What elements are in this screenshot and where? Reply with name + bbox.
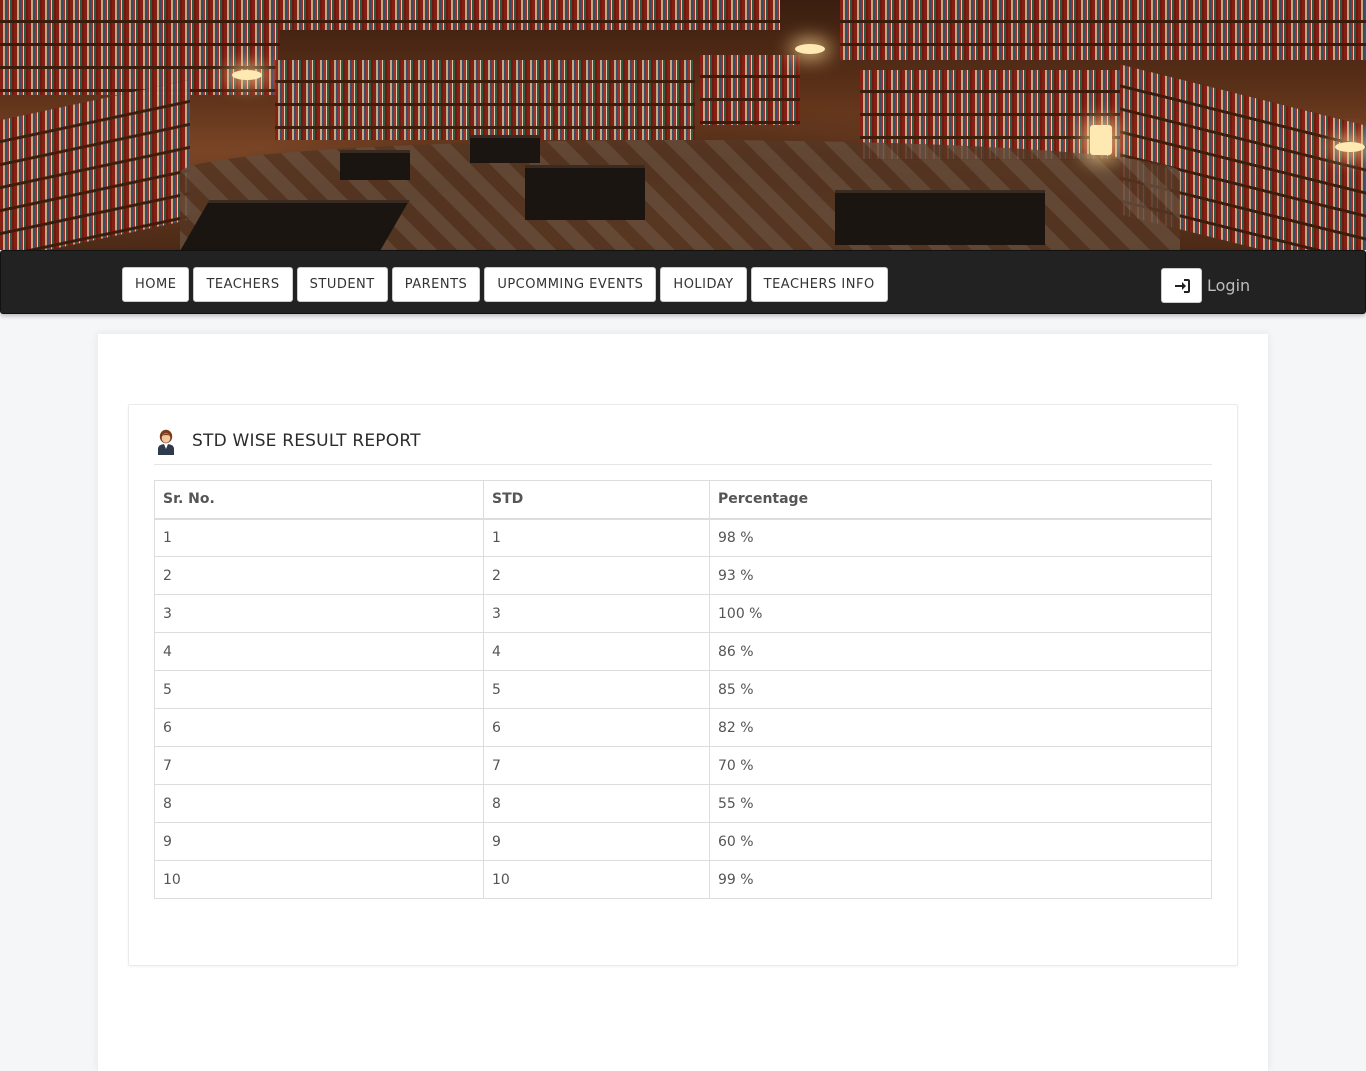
table-header-row: Sr. No. STD Percentage	[154, 480, 1212, 520]
result-table: Sr. No. STD Percentage 1 1 98 % 2 2 93 %…	[154, 480, 1212, 899]
cell-sr-no: 6	[154, 708, 484, 747]
nav-teachers[interactable]: TEACHERS	[193, 267, 293, 302]
nav-student[interactable]: STUDENT	[296, 267, 388, 302]
nav-upcomming-events[interactable]: UPCOMMING EVENTS	[484, 267, 657, 302]
table-row: 4 4 86 %	[154, 632, 1212, 671]
cell-percentage: 98 %	[709, 518, 1212, 557]
top-navbar: HOME TEACHERS STUDENT PARENTS UPCOMMING …	[0, 250, 1366, 314]
nav-holiday[interactable]: HOLIDAY	[660, 267, 747, 302]
cell-percentage: 86 %	[709, 632, 1212, 671]
cell-percentage: 70 %	[709, 746, 1212, 785]
login-button[interactable]	[1161, 268, 1202, 303]
cell-percentage: 99 %	[709, 860, 1212, 899]
cell-std: 2	[483, 556, 710, 595]
cell-std: 8	[483, 784, 710, 823]
nav-parents[interactable]: PARENTS	[391, 267, 481, 302]
column-header-percentage: Percentage	[709, 480, 1212, 520]
cell-std: 5	[483, 670, 710, 709]
teacher-avatar-icon	[158, 429, 174, 455]
sign-in-icon	[1174, 278, 1190, 293]
table-row: 3 3 100 %	[154, 594, 1212, 633]
nav-teachers-info[interactable]: TEACHERS INFO	[750, 267, 888, 302]
cell-sr-no: 1	[154, 518, 484, 557]
cell-std: 4	[483, 632, 710, 671]
cell-percentage: 60 %	[709, 822, 1212, 861]
cell-sr-no: 7	[154, 746, 484, 785]
table-row: 2 2 93 %	[154, 556, 1212, 595]
cell-sr-no: 3	[154, 594, 484, 633]
cell-std: 9	[483, 822, 710, 861]
table-row: 5 5 85 %	[154, 670, 1212, 709]
table-row: 9 9 60 %	[154, 822, 1212, 861]
table-row: 10 10 99 %	[154, 860, 1212, 899]
nav-home[interactable]: HOME	[122, 267, 190, 302]
login-area: Login	[1161, 268, 1250, 303]
cell-std: 7	[483, 746, 710, 785]
cell-sr-no: 9	[154, 822, 484, 861]
report-title: STD WISE RESULT REPORT	[192, 431, 421, 451]
report-panel: STD WISE RESULT REPORT Sr. No. STD Perce…	[128, 404, 1238, 966]
cell-sr-no: 2	[154, 556, 484, 595]
table-row: 8 8 55 %	[154, 784, 1212, 823]
cell-sr-no: 5	[154, 670, 484, 709]
cell-std: 3	[483, 594, 710, 633]
main-container: STD WISE RESULT REPORT Sr. No. STD Perce…	[98, 334, 1268, 1071]
nav-menu: HOME TEACHERS STUDENT PARENTS UPCOMMING …	[122, 267, 888, 302]
cell-percentage: 55 %	[709, 784, 1212, 823]
table-row: 6 6 82 %	[154, 708, 1212, 747]
header-banner-image	[0, 0, 1366, 250]
cell-std: 6	[483, 708, 710, 747]
panel-header: STD WISE RESULT REPORT	[154, 427, 1212, 465]
cell-std: 10	[483, 860, 710, 899]
table-row: 1 1 98 %	[154, 518, 1212, 557]
cell-percentage: 85 %	[709, 670, 1212, 709]
cell-sr-no: 4	[154, 632, 484, 671]
cell-std: 1	[483, 518, 710, 557]
cell-percentage: 93 %	[709, 556, 1212, 595]
cell-percentage: 100 %	[709, 594, 1212, 633]
cell-sr-no: 8	[154, 784, 484, 823]
cell-percentage: 82 %	[709, 708, 1212, 747]
cell-sr-no: 10	[154, 860, 484, 899]
column-header-std: STD	[483, 480, 710, 520]
table-row: 7 7 70 %	[154, 746, 1212, 785]
login-link[interactable]: Login	[1207, 276, 1250, 295]
column-header-sr-no: Sr. No.	[154, 480, 484, 520]
